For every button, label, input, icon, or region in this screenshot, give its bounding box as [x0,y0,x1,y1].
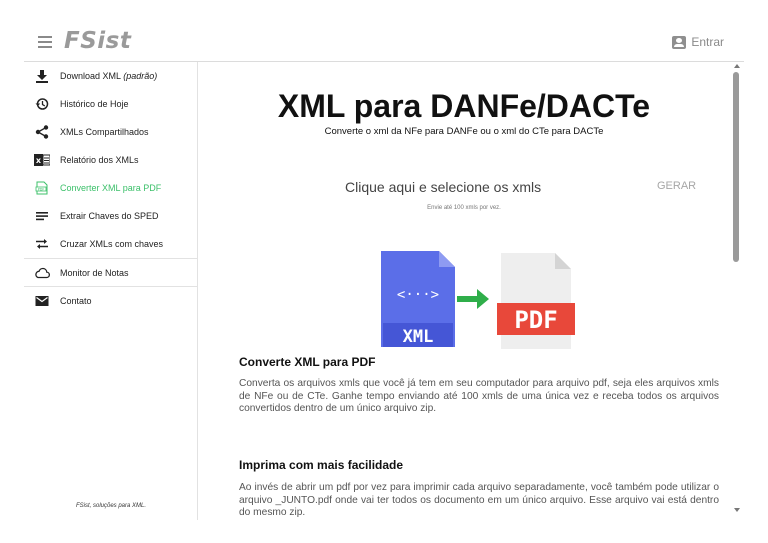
section-body: Converta os arquivos xmls que você já te… [239,378,719,415]
swap-icon [34,237,50,251]
login-button[interactable]: Entrar [672,35,724,49]
xml-to-pdf-illustration: <···> XML PDF [381,251,575,349]
pdf-file-large-icon: PDF [497,253,575,349]
excel-icon: x [34,153,50,167]
pdf-label: PDF [514,306,557,334]
mail-icon [34,294,50,308]
arrow-right-icon [457,289,489,309]
sidebar-footer: FSist, soluções para XML. [75,503,147,509]
sidebar-item-history[interactable]: Histórico de Hoje [24,90,197,118]
sidebar-item-monitor[interactable]: Monitor de Notas [24,258,197,286]
page-subtitle: Converte o xml da NFe para DANFe ou o xm… [324,126,604,137]
top-bar: FSist Entrar [24,22,744,62]
upload-hint: Envie até 100 xmls por vez. [427,205,501,211]
xml-label: XML [403,327,434,347]
sidebar-item-label: Histórico de Hoje [60,99,129,109]
history-icon [34,97,50,111]
scroll-down-icon[interactable] [734,508,740,512]
sidebar-item-report[interactable]: x Relatório dos XMLs [24,146,197,174]
sidebar-item-label: Extrair Chaves do SPED [60,211,159,221]
hamburger-icon[interactable] [38,36,52,48]
sidebar-item-cross[interactable]: Cruzar XMLs com chaves [24,230,197,258]
sidebar-item-label: Contato [60,295,92,306]
sidebar-item-label: Download XML [60,71,121,81]
sidebar-item-convert-pdf[interactable]: PDF Converter XML para PDF [24,174,197,202]
sidebar-item-label: XMLs Compartilhados [60,127,149,137]
section-title: Converte XML para PDF [239,355,376,369]
download-icon [34,69,50,83]
main-content: XML para DANFe/DACTe Converte o xml da N… [198,62,730,520]
xml-code-symbol: <···> [397,287,439,303]
sidebar-item-label: Converter XML para PDF [60,183,162,193]
sidebar-item-shared[interactable]: XMLs Compartilhados [24,118,197,146]
generate-button[interactable]: GERAR [657,180,696,192]
svg-text:PDF: PDF [38,187,45,191]
select-xml-button[interactable]: Clique aqui e selecione os xmls [345,179,541,195]
sidebar: Download XML (padrão) Histórico de Hoje … [24,62,198,520]
page-title: XML para DANFe/DACTe [277,88,651,124]
pdf-file-icon: PDF [34,181,50,195]
user-icon [672,35,687,49]
logo[interactable]: FSist [64,28,131,54]
sidebar-item-label: Cruzar XMLs com chaves [60,239,164,249]
sidebar-item-label: Relatório dos XMLs [60,155,139,165]
sidebar-item-sped[interactable]: Extrair Chaves do SPED [24,202,197,230]
sidebar-item-label: Monitor de Notas [60,267,129,278]
scroll-up-icon[interactable] [734,64,740,68]
share-icon [34,125,50,139]
lines-icon [34,209,50,223]
section-body: Ao invés de abrir um pdf por vez para im… [239,482,719,519]
scroll-thumb[interactable] [733,72,739,262]
scrollbar[interactable] [730,62,744,520]
section-title: Imprima com mais facilidade [239,458,404,472]
default-tag: (padrão) [123,71,158,81]
sidebar-item-download-xml[interactable]: Download XML (padrão) [24,62,197,90]
sidebar-item-contact[interactable]: Contato [24,286,197,314]
xml-file-icon: <···> XML [381,251,455,347]
cloud-icon [34,266,50,280]
svg-text:x: x [36,156,42,165]
login-label: Entrar [691,35,724,49]
